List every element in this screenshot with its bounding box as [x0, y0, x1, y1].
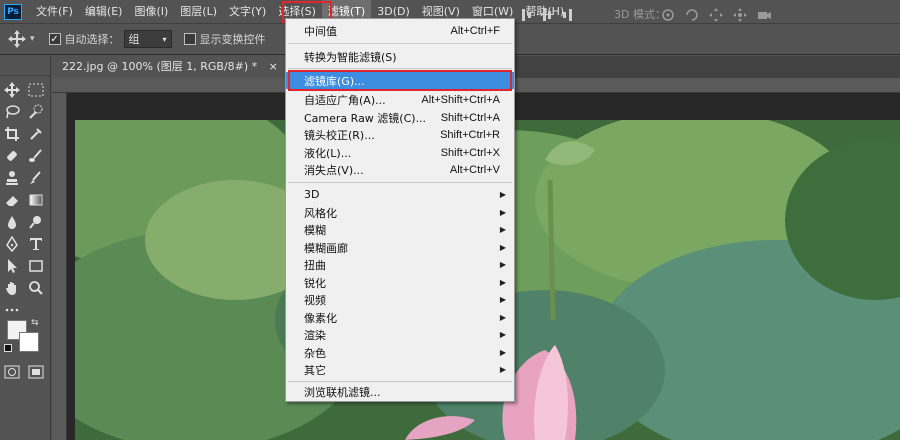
3d-mode-tools: [660, 7, 772, 23]
submenu-arrow-icon: ▶: [499, 208, 506, 217]
3d-pan-icon[interactable]: [708, 7, 724, 23]
screen-mode-icon[interactable]: [26, 362, 46, 382]
close-icon[interactable]: ×: [269, 60, 278, 73]
quick-mask-icon[interactable]: [2, 362, 22, 382]
filter-submenu-item[interactable]: 模糊 ▶: [286, 221, 514, 238]
filter-submenu-item[interactable]: 渲染 ▶: [286, 326, 514, 343]
path-select-tool-icon[interactable]: [2, 256, 22, 276]
tools-panel-header[interactable]: [0, 56, 50, 76]
3d-orbit-icon[interactable]: [660, 7, 676, 23]
filter-gallery-highlight-box: [288, 70, 512, 91]
auto-select-dropdown[interactable]: 组 ▾: [123, 30, 172, 48]
show-transform-label: 显示变换控件: [199, 33, 266, 46]
menu-file[interactable]: 文件(F): [30, 0, 79, 23]
filter-submenu-item[interactable]: 风格化 ▶: [286, 204, 514, 221]
filter-submenu-item[interactable]: 扭曲 ▶: [286, 256, 514, 273]
background-color-swatch[interactable]: [19, 332, 39, 352]
pen-tool-icon[interactable]: [2, 234, 22, 254]
dodge-tool-icon[interactable]: [26, 212, 46, 232]
quick-select-tool-icon[interactable]: [26, 102, 46, 122]
align-buttons: [520, 6, 574, 24]
show-transform-checkbox[interactable]: [183, 33, 196, 45]
submenu-arrow-icon: ▶: [499, 225, 506, 234]
submenu-arrow-icon: ▶: [499, 243, 506, 252]
submenu-arrow-icon: ▶: [499, 365, 506, 374]
filter-submenu-item[interactable]: 像素化 ▶: [286, 309, 514, 326]
shortcut: Alt+Ctrl+V: [449, 163, 500, 176]
3d-slide-icon[interactable]: [732, 7, 748, 23]
submenu-arrow-icon: ▶: [499, 278, 506, 287]
menu-image[interactable]: 图像(I): [128, 0, 174, 23]
chevron-down-icon[interactable]: ▾: [30, 34, 35, 44]
chevron-down-icon: ▾: [162, 34, 167, 44]
submenu-arrow-icon: ▶: [499, 295, 506, 304]
type-tool-icon[interactable]: [26, 234, 46, 254]
filter-menu-item[interactable]: Camera Raw 滤镜(C)... Shift+Ctrl+A: [286, 109, 514, 126]
hand-tool-icon[interactable]: [2, 278, 22, 298]
swap-colors-icon[interactable]: ⇆: [31, 318, 39, 328]
rectangle-tool-icon[interactable]: [26, 256, 46, 276]
stamp-tool-icon[interactable]: [2, 168, 22, 188]
eraser-tool-icon[interactable]: [2, 190, 22, 210]
distribute-icon[interactable]: [520, 6, 534, 24]
submenu-arrow-icon: ▶: [499, 313, 506, 322]
shortcut: Shift+Ctrl+X: [440, 146, 500, 159]
shortcut: Shift+Ctrl+R: [440, 128, 500, 141]
3d-camera-icon[interactable]: [756, 7, 772, 23]
3d-mode-label: 3D 模式：: [614, 8, 666, 21]
submenu-arrow-icon: ▶: [499, 260, 506, 269]
menu-separator: [288, 182, 512, 183]
filter-menu-item[interactable]: 中间值 Alt+Ctrl+F: [286, 22, 514, 39]
shortcut: Alt+Shift+Ctrl+A: [421, 93, 500, 106]
distribute-center-icon[interactable]: [540, 6, 554, 24]
document-tab-title: 222.jpg @ 100% (图层 1, RGB/8#) *: [62, 60, 258, 73]
gradient-tool-icon[interactable]: [26, 190, 46, 210]
more-tools-icon[interactable]: [2, 300, 22, 320]
filter-menu-item[interactable]: 自适应广角(A)... Alt+Shift+Ctrl+A: [286, 91, 514, 108]
filter-submenu-item[interactable]: 杂色 ▶: [286, 344, 514, 361]
menu-type[interactable]: 文字(Y): [223, 0, 272, 23]
zoom-tool-icon[interactable]: [26, 278, 46, 298]
distribute-right-icon[interactable]: [560, 6, 574, 24]
blur-tool-icon[interactable]: [2, 212, 22, 232]
menu-edit[interactable]: 编辑(E): [79, 0, 129, 23]
submenu-arrow-icon: ▶: [499, 190, 506, 199]
lasso-tool-icon[interactable]: [2, 102, 22, 122]
default-colors-icon[interactable]: [4, 344, 12, 352]
move-tool-icon[interactable]: [2, 80, 22, 100]
menu-separator: [288, 381, 512, 382]
submenu-arrow-icon: ▶: [499, 348, 506, 357]
menu-separator: [288, 43, 512, 44]
marquee-tool-icon[interactable]: [26, 80, 46, 100]
filter-submenu-item[interactable]: 锐化 ▶: [286, 274, 514, 291]
filter-submenu-item[interactable]: 视频 ▶: [286, 291, 514, 308]
auto-select-value: 组: [128, 33, 140, 46]
history-brush-tool-icon[interactable]: [26, 168, 46, 188]
shortcut: Alt+Ctrl+F: [450, 24, 500, 37]
photoshop-logo: Ps: [4, 3, 22, 20]
crop-tool-icon[interactable]: [2, 124, 22, 144]
move-tool-icon[interactable]: [6, 28, 28, 50]
filter-menu-item[interactable]: 消失点(V)... Alt+Ctrl+V: [286, 161, 514, 178]
eyedropper-tool-icon[interactable]: [26, 124, 46, 144]
submenu-arrow-icon: ▶: [499, 330, 506, 339]
brush-tool-icon[interactable]: [26, 146, 46, 166]
auto-select-label: 自动选择：: [64, 33, 120, 46]
shortcut: Shift+Ctrl+A: [440, 111, 500, 124]
filter-menu-item[interactable]: 浏览联机滤镜...: [286, 383, 514, 400]
menu-layer[interactable]: 图层(L): [174, 0, 223, 23]
filter-submenu-item[interactable]: 其它 ▶: [286, 361, 514, 378]
menu-separator: [288, 68, 512, 69]
auto-select-checkbox[interactable]: ✓: [48, 33, 61, 45]
filter-submenu-item[interactable]: 模糊画廊 ▶: [286, 239, 514, 256]
3d-roll-icon[interactable]: [684, 7, 700, 23]
healing-brush-tool-icon[interactable]: [2, 146, 22, 166]
filter-menu-item[interactable]: 镜头校正(R)... Shift+Ctrl+R: [286, 126, 514, 143]
vertical-ruler: [52, 93, 67, 440]
filter-menu-item[interactable]: 液化(L)... Shift+Ctrl+X: [286, 144, 514, 161]
filter-menu-item[interactable]: 转换为智能滤镜(S): [286, 48, 514, 65]
document-tab[interactable]: 222.jpg @ 100% (图层 1, RGB/8#) * ×: [52, 56, 288, 78]
filter-submenu-item[interactable]: 3D ▶: [286, 186, 514, 203]
